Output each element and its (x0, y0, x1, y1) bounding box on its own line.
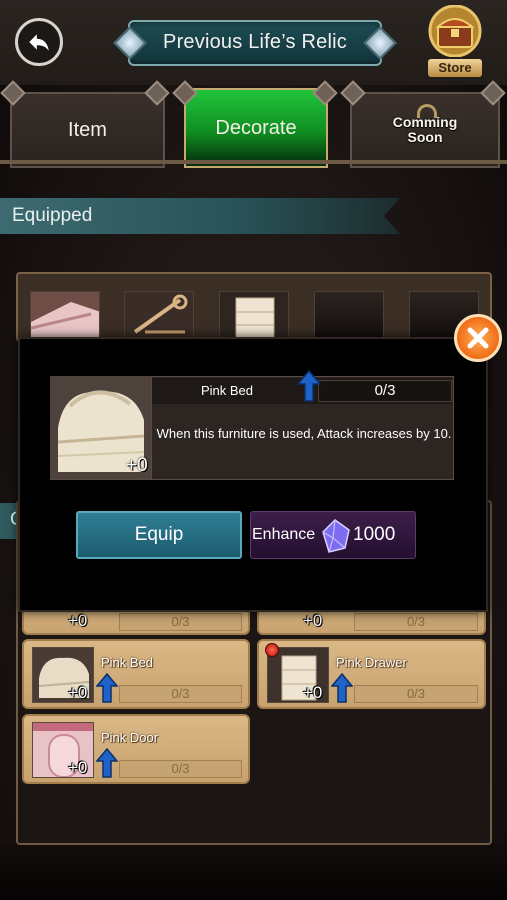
equipped-slots-panel (16, 272, 492, 342)
equipped-slot-empty[interactable] (314, 291, 384, 339)
item-progress: 0/3 (354, 685, 478, 703)
up-arrow-icon (96, 748, 118, 778)
list-item-pink-drawer[interactable]: +0 Pink Drawer 0/3 (257, 639, 486, 709)
drawer-thumbnail (220, 292, 288, 338)
tab-coming-soon[interactable]: Comming Soon (350, 92, 500, 168)
tab-decorate[interactable]: Decorate (184, 88, 328, 168)
tab-item[interactable]: Item (10, 92, 165, 168)
equipped-label: Equipped (12, 205, 93, 226)
enhance-button[interactable]: Enhance 1000 (250, 511, 416, 559)
up-arrow-icon (96, 673, 118, 703)
item-level: +0 (68, 683, 88, 702)
list-item-pink-door[interactable]: +0 Pink Door 0/3 (22, 714, 250, 784)
new-badge (265, 643, 279, 657)
equipped-slot-drawer[interactable] (219, 291, 289, 339)
tab-coming-soon-line2: Soon (407, 129, 443, 145)
close-button[interactable] (454, 314, 502, 362)
equipped-slot-rack[interactable] (124, 291, 194, 339)
equip-button[interactable]: Equip (76, 511, 242, 559)
title-plate: Previous Life’s Relic (110, 18, 400, 68)
store-button[interactable]: Store (414, 3, 496, 79)
chest-icon (428, 5, 482, 57)
popup-item-progress: 0/3 (318, 380, 452, 402)
enhance-cost: 1000 (353, 524, 396, 545)
list-item-pink-bed[interactable]: +0 Pink Bed 0/3 (22, 639, 250, 709)
equipped-slot-bed[interactable] (30, 291, 100, 339)
page-title: Previous Life’s Relic (163, 31, 347, 53)
item-level: +0 (303, 611, 323, 630)
enhance-button-label: Enhance (252, 526, 316, 543)
bed-thumbnail (31, 292, 99, 338)
item-name: Pink Bed (101, 655, 154, 670)
popup-item-level: +0 (126, 455, 148, 476)
popup-item-name: Pink Bed (200, 383, 254, 398)
crystal-gem-icon (322, 519, 350, 553)
store-label: Store (428, 59, 482, 77)
tab-item-label: Item (68, 118, 107, 141)
item-name: Pink Door (101, 730, 159, 745)
item-progress: 0/3 (119, 613, 242, 631)
tab-base-line (0, 160, 507, 164)
rack-thumbnail (125, 292, 193, 338)
item-progress: 0/3 (119, 685, 242, 703)
item-progress: 0/3 (354, 613, 478, 631)
lock-icon (417, 104, 437, 118)
item-level: +0 (68, 611, 88, 630)
item-name: Pink Drawer (336, 655, 407, 670)
back-button[interactable] (15, 18, 63, 66)
top-bar: Previous Life’s Relic Store (0, 0, 507, 85)
item-progress: 0/3 (119, 760, 242, 778)
tab-bar: Item Decorate Comming Soon (0, 80, 507, 168)
tab-decorate-label: Decorate (215, 116, 297, 139)
item-level: +0 (68, 758, 88, 777)
back-arrow-icon (29, 34, 49, 51)
equip-button-label: Equip (134, 524, 184, 545)
up-arrow-icon (297, 370, 321, 402)
bottom-fade (0, 845, 507, 900)
up-arrow-icon (331, 673, 353, 703)
popup-item-description: When this furniture is used, Attack incr… (156, 426, 452, 441)
item-level: +0 (303, 683, 323, 702)
close-icon (467, 327, 489, 349)
